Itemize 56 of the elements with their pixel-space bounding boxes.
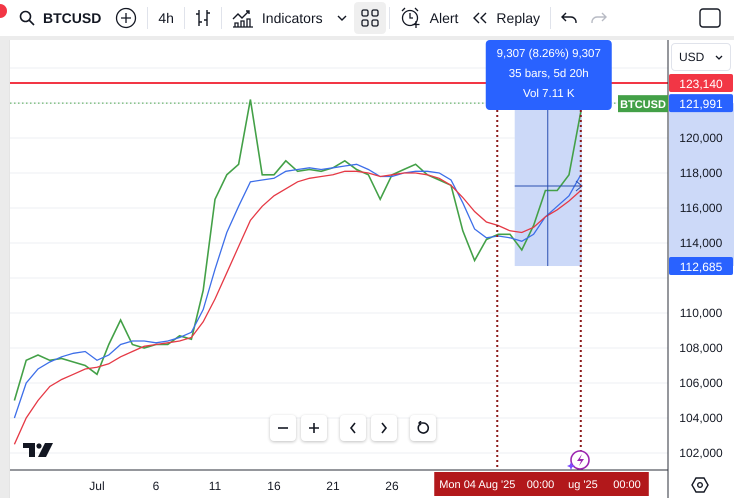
price-badge: 123,140 [669,74,733,92]
symbol-badge: BTCUSD [618,95,668,112]
price-badge: 121,991 [669,94,733,112]
plus-icon [308,422,320,434]
time-axis-label: 11 [208,479,222,493]
price-axis-label: 118,000 [680,166,722,180]
replay-button[interactable]: Replay [465,2,548,34]
price-badge: 112,685 [669,257,733,276]
time-label: 00:00 [526,479,554,491]
caret-icon [715,54,723,60]
settings-icon[interactable] [691,477,709,493]
bars-icon [194,8,211,28]
lightning-icon [567,450,590,470]
alert-button[interactable]: Alert [392,2,466,34]
date-label: Mon 04 Aug '25 [439,479,516,491]
time-axis-label: 26 [385,479,399,493]
alarm-clock-icon [400,7,422,29]
ref-line-label: 121,991 [679,97,724,112]
time-axis-label: 16 [267,479,281,493]
layout-button[interactable] [354,2,386,34]
chevron-left-icon [349,422,357,434]
square-icon [699,8,721,28]
grid-icon [360,9,379,27]
scroll-left-button[interactable] [340,415,366,441]
indicators-button[interactable]: Indicators [224,2,330,34]
undo-icon [561,12,578,24]
price-axis-label: 116,000 [680,201,722,215]
price-axis-label: 108,000 [679,341,723,356]
measure-tooltip: 9,307 (8.26%) 9,307 35 bars, 5d 20h Vol 7.11 K [486,40,612,110]
price-axis-label: 120,000 [679,131,723,145]
time-axis-label: Jul [89,479,105,493]
ref-line-label: 123,140 [679,77,724,92]
time-axis-label: 6 [152,479,160,493]
price-axis-label: 102,000 [679,446,723,460]
rewind-icon [472,11,488,25]
interval-button[interactable]: 4h [151,2,181,34]
search-icon [19,10,35,26]
logo-icon [23,443,53,457]
scroll-right-button[interactable] [371,415,397,441]
plus-circle-icon [115,7,138,29]
zoom-out-button[interactable] [270,415,296,441]
reset-icon [416,421,430,435]
price-axis-label: 110,000 [680,306,722,320]
symbol-search-button[interactable]: BTCUSD [12,2,108,34]
currency-dropdown[interactable]: USD [671,43,731,71]
date-label: ug '25 [568,479,598,491]
price-axis-label: 104,000 [679,411,723,426]
chart-icon [232,8,254,28]
reset-button[interactable] [410,415,436,441]
time-label: 00:00 [613,479,641,491]
time-axis-label: 21 [326,479,340,493]
price-axis-label: 114,000 [680,236,722,250]
zoom-in-button[interactable] [301,415,327,441]
chevron-right-icon [380,422,388,434]
price-axis-label: 106,000 [679,376,723,390]
caret-icon [336,15,347,21]
